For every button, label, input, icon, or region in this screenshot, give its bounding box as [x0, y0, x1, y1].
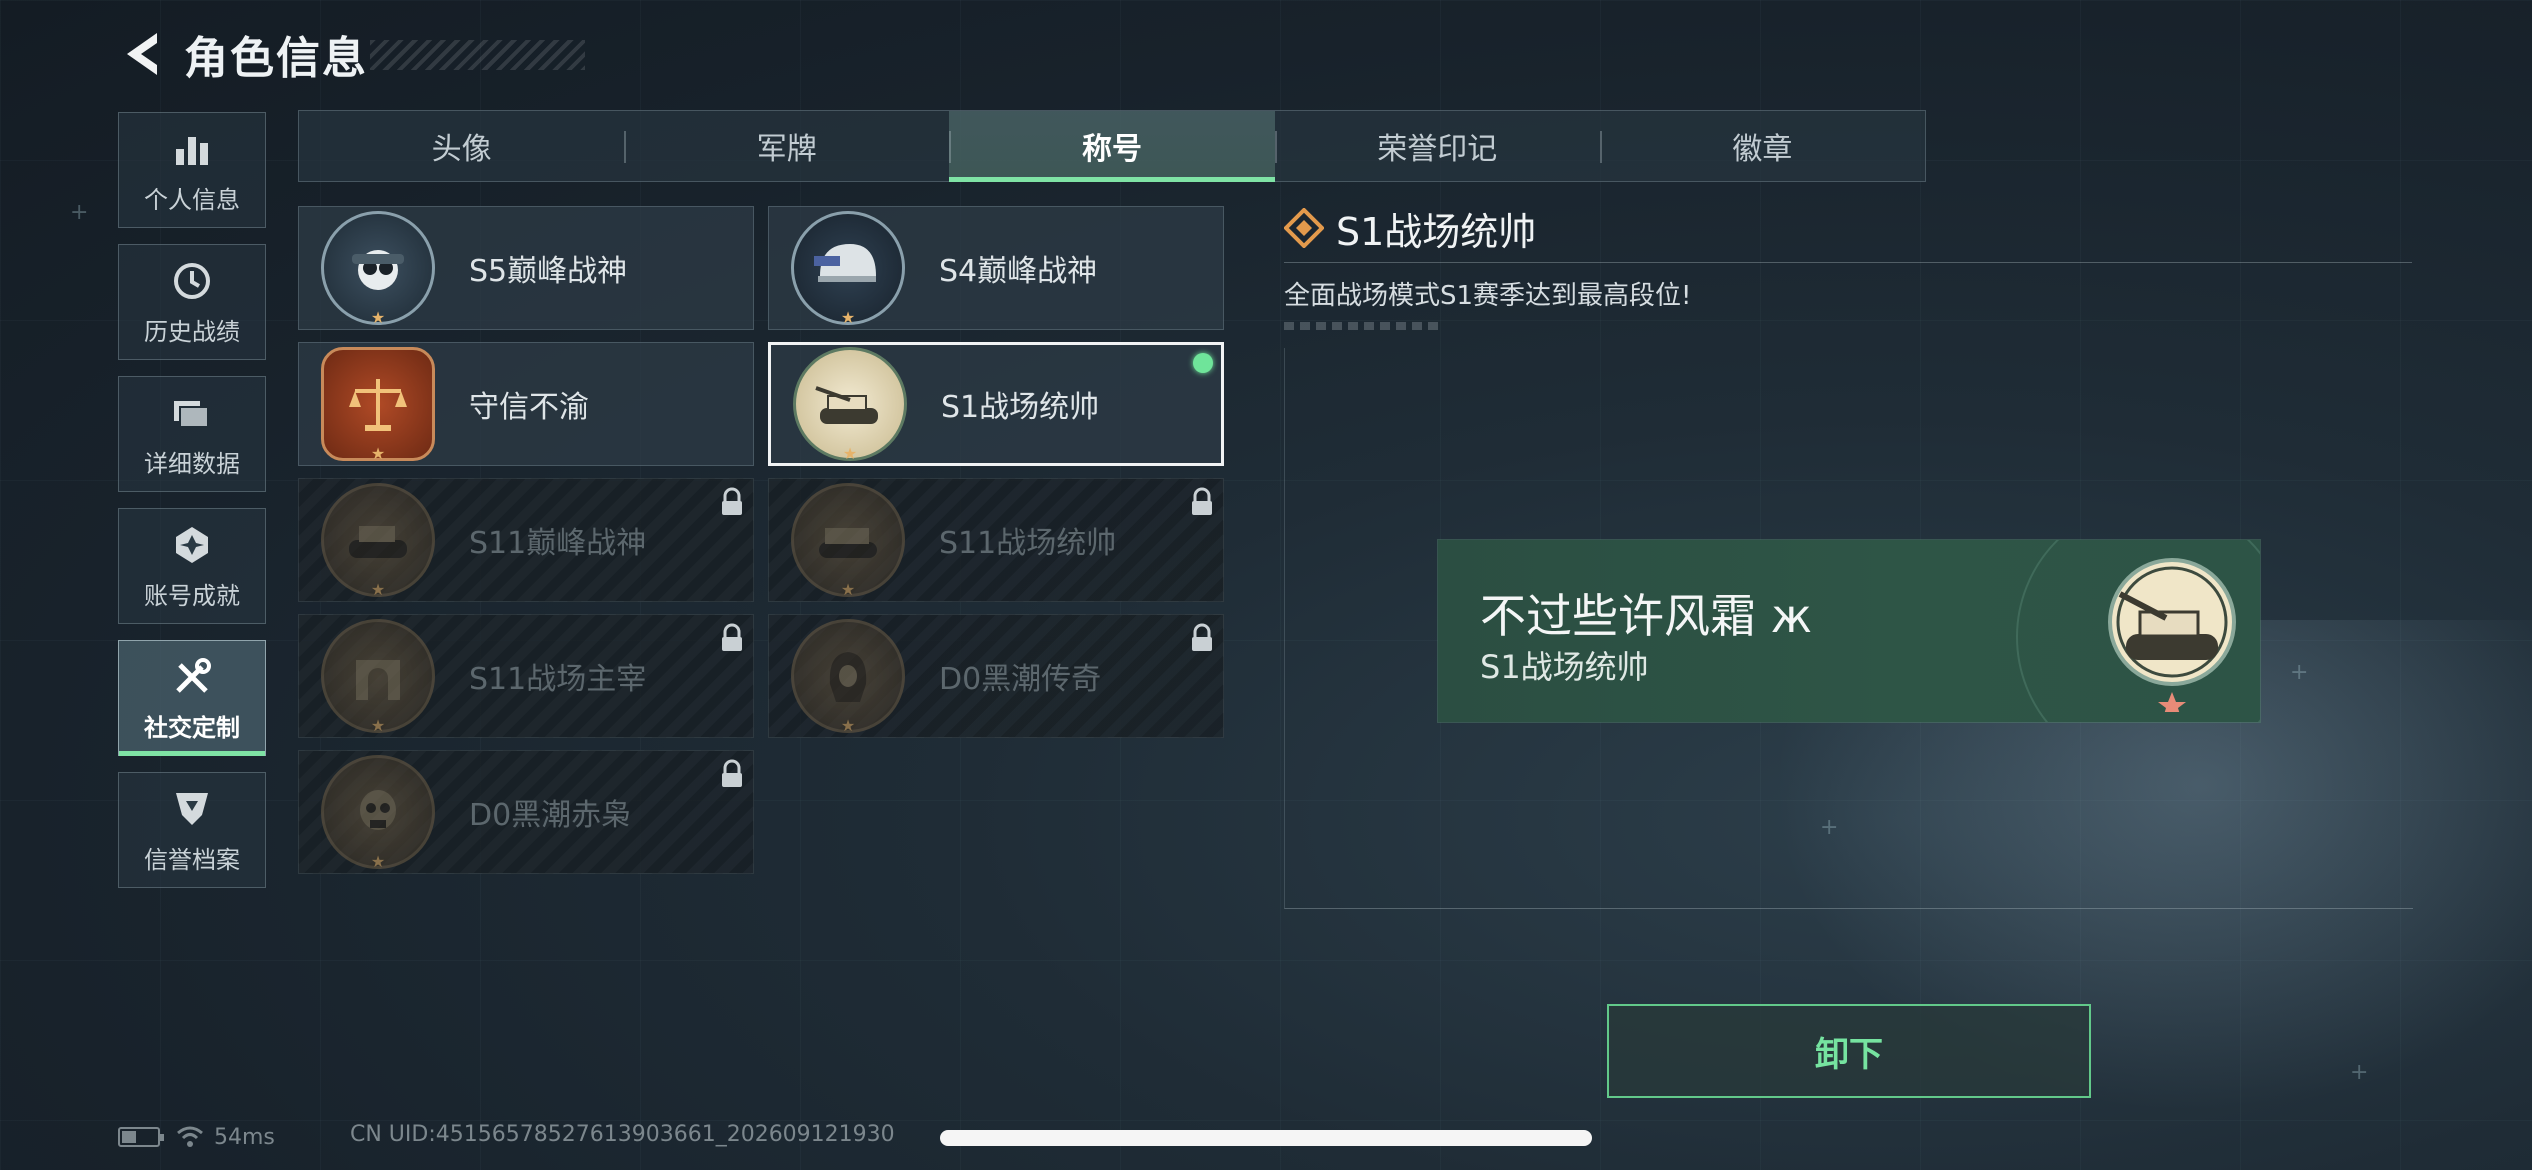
title-detail-panel: S1战场统帅 全面战场模式S1赛季达到最高段位!	[1284, 200, 2412, 330]
clock-icon	[169, 258, 215, 304]
title-diamond-icon	[1284, 208, 1324, 248]
title-card-locked[interactable]: ★ S11战场统帅	[768, 478, 1224, 602]
side-item-label: 详细数据	[144, 449, 240, 478]
tab-dog-tag[interactable]: 军牌	[624, 111, 949, 181]
side-item-label: 个人信息	[144, 185, 240, 214]
hooded-figure-emblem: ★	[791, 619, 905, 734]
skull-goggles-emblem: ★	[321, 211, 435, 326]
masked-skull-emblem: ★	[321, 755, 435, 870]
side-item-match-history[interactable]: 历史战绩	[118, 244, 266, 360]
decor-crosshair: +	[2350, 1060, 2369, 1085]
side-item-label: 账号成就	[144, 581, 240, 610]
title-card[interactable]: ★ S5巅峰战神	[298, 206, 754, 330]
detail-title: S1战场统帅	[1336, 209, 1537, 254]
tab-bar: 头像 军牌 称号 荣誉印记 徽章	[298, 110, 1926, 182]
detail-description: 全面战场模式S1赛季达到最高段位!	[1284, 281, 1692, 311]
home-indicator[interactable]	[940, 1130, 1592, 1146]
bar-chart-icon	[169, 126, 215, 172]
side-item-credit-profile[interactable]: 信誉档案	[118, 772, 266, 888]
title-name: D0黑潮传奇	[939, 662, 1102, 697]
lock-icon	[722, 487, 742, 515]
side-nav: 个人信息 历史战绩 详细数据 账号成就 社交定制 信誉档案	[118, 112, 268, 904]
title-card[interactable]: ★ 守信不渝	[298, 342, 754, 466]
wifi-icon	[177, 1126, 203, 1147]
equipped-indicator	[1193, 353, 1213, 373]
page-header: 角色信息	[118, 24, 368, 84]
shield-icon	[169, 786, 215, 832]
tab-avatar[interactable]: 头像	[299, 111, 624, 181]
divider	[1284, 262, 2412, 263]
scales-emblem: ★	[321, 347, 435, 462]
title-name: S11战场主宰	[469, 662, 647, 697]
helmet-emblem: ★	[791, 211, 905, 326]
side-item-label: 信誉档案	[144, 845, 240, 874]
title-card[interactable]: ★ S4巅峰战神	[768, 206, 1224, 330]
armored-vehicle-emblem: ★	[321, 483, 435, 598]
status-bar: 54ms	[118, 1122, 275, 1152]
tools-icon	[169, 654, 215, 700]
title-card-locked[interactable]: ★ D0黑潮赤枭	[298, 750, 754, 874]
side-item-social-customization[interactable]: 社交定制	[118, 640, 266, 756]
tank-emblem	[2108, 558, 2236, 712]
title-card-selected[interactable]: ★ S1战场统帅	[768, 342, 1224, 466]
side-item-detailed-data[interactable]: 详细数据	[118, 376, 266, 492]
uid-label: CN UID:4515657852761390366​1_20260912193…	[350, 1122, 895, 1147]
title-decoration	[370, 40, 585, 70]
unequip-button[interactable]: 卸下	[1607, 1004, 2091, 1098]
page-title: 角色信息	[184, 33, 368, 84]
lock-icon	[722, 759, 742, 787]
title-name: D0黑潮赤枭	[469, 798, 632, 833]
side-item-personal-info[interactable]: 个人信息	[118, 112, 266, 228]
lock-icon	[722, 623, 742, 651]
tab-title[interactable]: 称号	[949, 111, 1275, 182]
side-item-achievements[interactable]: 账号成就	[118, 508, 266, 624]
title-name: S11巅峰战神	[469, 526, 647, 561]
side-item-label: 社交定制	[144, 713, 240, 742]
battery-icon	[118, 1127, 164, 1147]
title-name: S4巅峰战神	[939, 254, 1098, 289]
title-preview-banner: 不过些许风霜 ж S1战场统帅	[1438, 540, 2260, 722]
arch-emblem: ★	[321, 619, 435, 734]
lock-icon	[1192, 487, 1212, 515]
tank-emblem: ★	[793, 347, 907, 462]
preview-title: S1战场统帅	[1480, 648, 1649, 686]
title-name: 守信不渝	[469, 390, 589, 425]
title-card-locked[interactable]: ★ S11战场主宰	[298, 614, 754, 738]
achievement-icon	[169, 522, 215, 568]
back-arrow-icon[interactable]	[118, 26, 168, 82]
lock-icon	[1192, 623, 1212, 651]
ping-readout: 54ms	[214, 1124, 275, 1150]
detail-decoration	[1284, 322, 1444, 330]
tab-honor-mark[interactable]: 荣誉印记	[1274, 111, 1600, 181]
apc-emblem: ★	[791, 483, 905, 598]
title-name: S1战场统帅	[941, 390, 1100, 425]
decor-crosshair: +	[70, 200, 89, 225]
detail-header: S1战场统帅	[1284, 200, 2412, 256]
title-name: S5巅峰战神	[469, 254, 628, 289]
tab-badge[interactable]: 徽章	[1599, 111, 1925, 181]
side-item-label: 历史战绩	[144, 317, 240, 346]
title-card-locked[interactable]: ★ D0黑潮传奇	[768, 614, 1224, 738]
preview-player-name: 不过些许风霜 ж	[1480, 589, 1813, 643]
folder-icon	[169, 390, 215, 436]
title-card-locked[interactable]: ★ S11巅峰战神	[298, 478, 754, 602]
title-name: S11战场统帅	[939, 526, 1117, 561]
